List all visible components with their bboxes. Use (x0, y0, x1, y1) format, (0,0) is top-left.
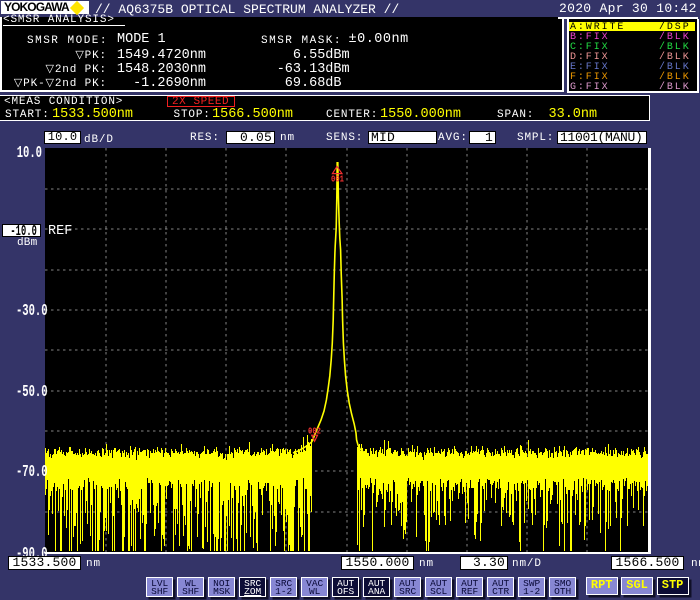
svg-text:002: 002 (308, 426, 321, 437)
svg-text:001: 001 (331, 174, 344, 185)
